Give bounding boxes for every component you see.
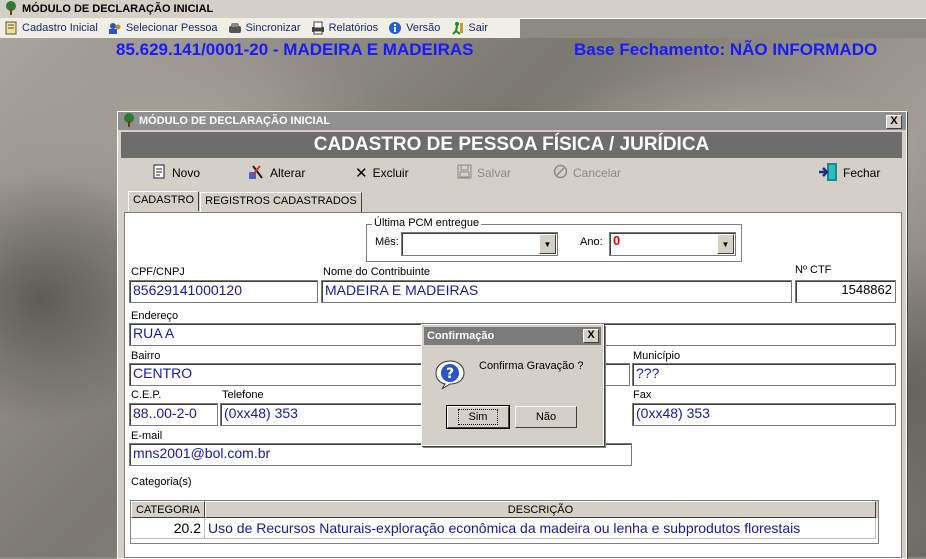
- tab-cadastro[interactable]: CADASTRO: [128, 191, 200, 211]
- cpf-label: CPF/CNPJ: [131, 266, 185, 278]
- email-field[interactable]: mns2001@bol.com.br: [129, 443, 632, 466]
- menu-label: Sincronizar: [245, 22, 301, 34]
- fax-label: Fax: [633, 389, 652, 401]
- app-title: MÓDULO DE DECLARAÇÃO INICIAL: [22, 3, 214, 15]
- base-fechamento: Base Fechamento: NÃO INFORMADO: [574, 40, 878, 59]
- cell-descricao: Uso de Recursos Naturais-exploração econ…: [205, 518, 876, 539]
- toolbar: Novo Alterar ✕ Excluir Salvar Cancelar F…: [121, 160, 902, 186]
- alterar-button[interactable]: Alterar: [247, 163, 305, 184]
- menu-relatorios[interactable]: Relatórios: [311, 21, 379, 35]
- pcm-group-title: Última PCM entregue: [372, 217, 482, 229]
- confirm-message: Confirma Gravação ?: [479, 360, 584, 372]
- mes-select[interactable]: ▼: [401, 232, 558, 256]
- cell-categoria: 20.2: [131, 518, 205, 539]
- cep-label: C.E.P.: [131, 389, 162, 401]
- exit-icon: [450, 21, 464, 35]
- app-titlebar: MÓDULO DE DECLARAÇÃO INICIAL: [0, 0, 926, 19]
- confirm-dialog: Confirmação X ? Confirma Gravação ? Sim …: [421, 324, 604, 446]
- categorias-label: Categoria(s): [131, 476, 192, 488]
- info-icon: [388, 21, 402, 35]
- tab-strip: CADASTRO REGISTROS CADASTRADOS: [128, 191, 363, 212]
- salvar-button[interactable]: Salvar: [457, 164, 511, 182]
- municipio-field[interactable]: ???: [632, 363, 896, 386]
- confirm-dialog-title: Confirmação: [427, 330, 495, 342]
- printer-icon: [311, 21, 325, 35]
- menu-label: Versão: [406, 22, 441, 34]
- menu-versao[interactable]: Versão: [388, 21, 440, 35]
- sim-button[interactable]: Sim: [446, 405, 510, 429]
- new-document-icon: [151, 164, 167, 183]
- exit-door-icon: [818, 162, 838, 185]
- ctf-label: Nº CTF: [795, 264, 832, 276]
- menu-label: Selecionar Pessoa: [125, 22, 218, 34]
- novo-label: Novo: [172, 166, 201, 180]
- cancel-icon: [553, 164, 568, 182]
- svg-text:?: ?: [446, 366, 454, 382]
- sim-label: Sim: [457, 409, 499, 425]
- users-icon: [108, 21, 122, 35]
- tools-icon: [247, 163, 265, 184]
- nome-label: Nome do Contribuinte: [323, 266, 431, 278]
- x-icon: ✕: [355, 165, 368, 182]
- fechar-button[interactable]: Fechar: [818, 162, 880, 185]
- menu-cadastro-inicial[interactable]: Cadastro Inicial: [4, 21, 98, 35]
- excluir-button[interactable]: ✕ Excluir: [355, 164, 409, 182]
- notebook-icon: [4, 21, 18, 35]
- email-label: E-mail: [131, 430, 163, 442]
- novo-button[interactable]: Novo: [151, 164, 200, 183]
- cancelar-button[interactable]: Cancelar: [553, 164, 621, 182]
- dropdown-arrow-icon[interactable]: ▼: [717, 234, 734, 254]
- telefone-label: Telefone: [222, 389, 264, 401]
- fechar-label: Fechar: [843, 166, 881, 180]
- nome-field[interactable]: MADEIRA E MADEIRAS: [321, 280, 792, 303]
- save-icon: [457, 164, 472, 182]
- cep-field[interactable]: 88..00-2-0: [129, 403, 218, 426]
- grid-header-descricao[interactable]: DESCRIÇÃO: [205, 501, 876, 518]
- municipio-label: Município: [633, 350, 681, 362]
- tree-icon: [122, 112, 136, 130]
- endereco-label: Endereço: [131, 310, 179, 322]
- fax-field[interactable]: (0xx48) 353: [632, 403, 896, 426]
- window-title: MÓDULO DE DECLARAÇÃO INICIAL: [139, 115, 331, 127]
- menu-label: Sair: [468, 22, 488, 34]
- tree-icon: [4, 0, 18, 18]
- ano-label: Ano:: [580, 236, 603, 248]
- mes-label: Mês:: [375, 236, 399, 248]
- form-title: CADASTRO DE PESSOA FÍSICA / JURÍDICA: [121, 132, 902, 158]
- menu-label: Cadastro Inicial: [22, 22, 98, 34]
- table-row[interactable]: 20.2 Uso de Recursos Naturais-exploração…: [131, 518, 878, 539]
- menu-sincronizar[interactable]: Sincronizar: [228, 21, 301, 35]
- cpf-field[interactable]: 85629141000120: [129, 280, 318, 303]
- grid-header-categoria[interactable]: CATEGORIA: [131, 501, 205, 518]
- categorias-grid: CATEGORIA DESCRIÇÃO 20.2 Uso de Recursos…: [130, 500, 879, 544]
- menubar: Cadastro Inicial Selecionar Pessoa Sincr…: [0, 18, 520, 38]
- nao-button[interactable]: Não: [515, 406, 577, 428]
- window-titlebar: MÓDULO DE DECLARAÇÃO INICIAL: [118, 112, 906, 130]
- cancelar-label: Cancelar: [573, 166, 622, 180]
- phone-icon: [228, 21, 242, 35]
- dropdown-arrow-icon[interactable]: ▼: [539, 234, 556, 254]
- firm-header: 85.629.141/0001-20 - MADEIRA E MADEIRAS: [116, 40, 474, 59]
- question-icon: ?: [434, 359, 466, 394]
- mes-value: [402, 233, 405, 248]
- tab-registros-cadastrados[interactable]: REGISTROS CADASTRADOS: [200, 192, 362, 212]
- grid-header: CATEGORIA DESCRIÇÃO: [131, 501, 878, 518]
- telefone-field[interactable]: (0xx48) 353: [220, 403, 425, 426]
- menu-selecionar-pessoa[interactable]: Selecionar Pessoa: [108, 21, 218, 35]
- confirm-close-button[interactable]: X: [583, 329, 599, 343]
- menu-label: Relatórios: [328, 22, 379, 34]
- menu-sair[interactable]: Sair: [450, 21, 488, 35]
- ano-select[interactable]: 0 ▼: [609, 232, 736, 256]
- confirm-dialog-titlebar: Confirmação X: [424, 327, 601, 345]
- ctf-field[interactable]: 1548862: [795, 280, 896, 303]
- alterar-label: Alterar: [270, 166, 306, 180]
- bairro-label: Bairro: [131, 350, 161, 362]
- salvar-label: Salvar: [477, 166, 512, 180]
- window-close-button[interactable]: X: [886, 115, 902, 129]
- ano-value: 0: [613, 233, 621, 248]
- excluir-label: Excluir: [372, 166, 409, 180]
